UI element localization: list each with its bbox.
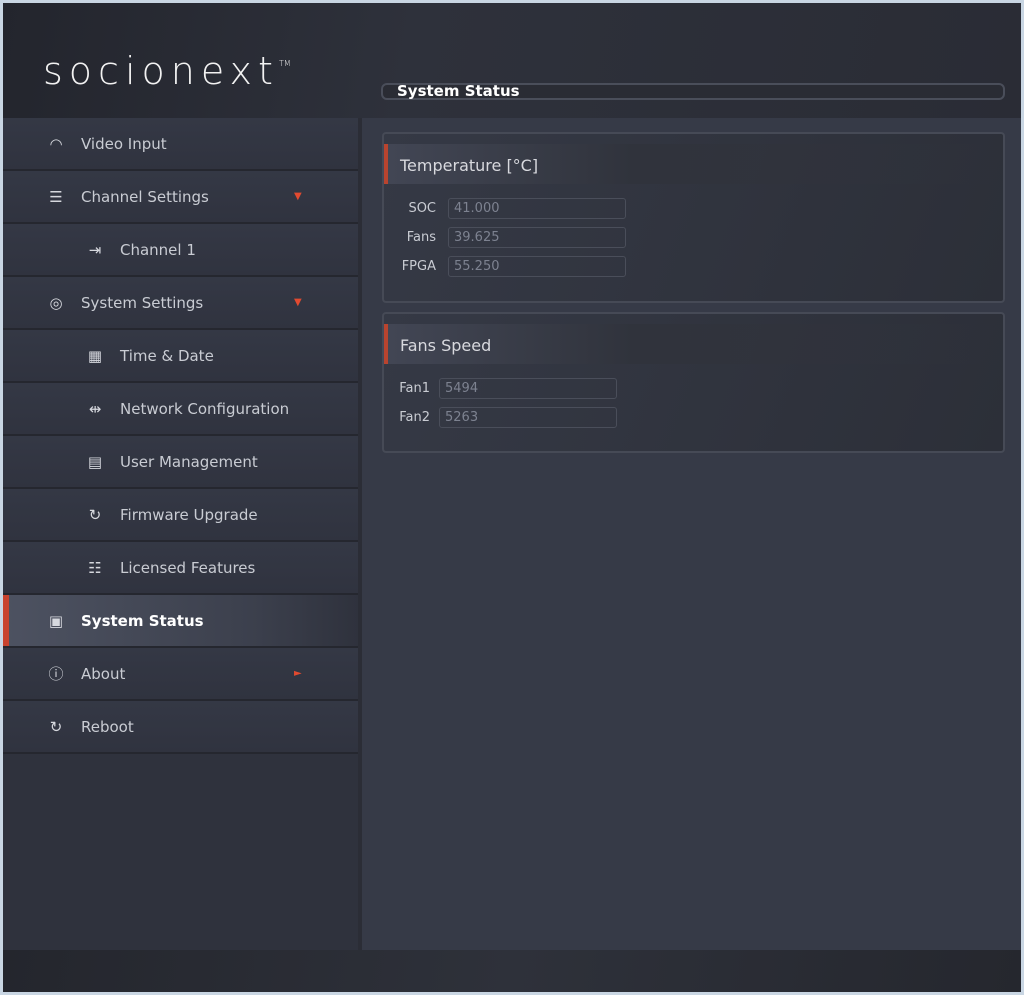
page-title-bar: System Status [381, 82, 1005, 100]
gauge-icon: ◠ [49, 134, 63, 153]
logo-tm: TM [278, 59, 291, 68]
sidebar-item-label: Reboot [81, 717, 134, 736]
page-title: System Status [397, 82, 520, 100]
soc-label: SOC [408, 201, 436, 216]
refresh-icon: ↻ [88, 505, 102, 524]
fans-temp-row: Fans 39.625 [396, 227, 626, 248]
footer [3, 950, 1021, 992]
sidebar-item-label: Time & Date [120, 346, 214, 365]
user-box-icon: ▤ [87, 452, 103, 471]
checklist-icon: ☷ [88, 558, 102, 577]
sidebar: ◠ Video Input ☰ Channel Settings ▼ ⇥ Channel 1… [3, 118, 362, 950]
sidebar-item-channel-1[interactable]: ⇥ Channel 1 [3, 224, 358, 277]
sidebar-item-label: Licensed Features [120, 558, 256, 577]
app: socionextTM ◠ Video Input ☰ Channel Setting… [3, 3, 1021, 992]
fan1-field[interactable]: 5494 [439, 378, 617, 399]
sidebar-item-label: Channel 1 [120, 240, 196, 259]
fans-temp-label: Fans [406, 230, 436, 245]
sidebar-item-label: User Management [120, 452, 258, 471]
sidebar-item-reboot[interactable]: ↻ Reboot [3, 701, 358, 754]
fans-speed-title: Fans Speed [384, 324, 1003, 364]
fan2-field[interactable]: 5263 [439, 407, 617, 428]
expand-arrow-icon[interactable]: ► [294, 668, 302, 679]
fpga-row: FPGA 55.250 [396, 256, 626, 277]
monitor-pulse-icon: ▣ [48, 611, 64, 630]
temperature-title: Temperature [°C] [384, 144, 1003, 184]
fpga-field[interactable]: 55.250 [448, 256, 626, 277]
info-icon: ⓘ [48, 665, 64, 683]
logo-text: socionext [43, 49, 279, 93]
sidebar-item-channel-settings[interactable]: ☰ Channel Settings ▼ [3, 171, 358, 224]
fan1-row: Fan1 5494 [396, 378, 617, 399]
expand-arrow-icon[interactable]: ▼ [294, 297, 302, 308]
sliders-icon: ☰ [49, 187, 63, 206]
fan1-label: Fan1 [399, 381, 430, 396]
temperature-panel: Temperature [°C] SOC 41.000 Fans 39.625 FP… [382, 132, 1005, 303]
fan2-row: Fan2 5263 [396, 407, 617, 428]
socionext-logo: socionextTM [43, 49, 291, 93]
sidebar-item-label: Network Configuration [120, 399, 290, 418]
sidebar-item-video-input[interactable]: ◠ Video Input [3, 118, 358, 171]
sidebar-item-system-settings[interactable]: ◎ System Settings ▼ [3, 277, 358, 330]
sidebar-item-firmware-upgrade[interactable]: ↻ Firmware Upgrade [3, 489, 358, 542]
fans-temp-field[interactable]: 39.625 [448, 227, 626, 248]
sidebar-item-about[interactable]: ⓘ About ► [3, 648, 358, 701]
expand-arrow-icon[interactable]: ▼ [294, 191, 302, 202]
sidebar-item-label: Video Input [81, 134, 167, 153]
sidebar-item-system-status[interactable]: ▣ System Status [3, 595, 358, 648]
header: socionextTM [3, 3, 1021, 118]
sidebar-item-label: Channel Settings [81, 187, 209, 206]
input-icon: ⇥ [88, 240, 102, 259]
fpga-label: FPGA [401, 259, 436, 274]
sidebar-item-label: Firmware Upgrade [120, 505, 258, 524]
soc-row: SOC 41.000 [396, 198, 626, 219]
sidebar-item-time-date[interactable]: ▦ Time & Date [3, 330, 358, 383]
user-icon: ◎ [49, 293, 63, 312]
sidebar-item-label: System Status [81, 611, 204, 630]
sidebar-item-label: System Settings [81, 293, 204, 312]
network-sliders-icon: ⇹ [88, 399, 102, 418]
soc-field[interactable]: 41.000 [448, 198, 626, 219]
sidebar-item-user-management[interactable]: ▤ User Management [3, 436, 358, 489]
fans-speed-panel: Fans Speed Fan1 5494 Fan2 5263 [382, 312, 1005, 453]
sidebar-item-network-configuration[interactable]: ⇹ Network Configuration [3, 383, 358, 436]
reboot-icon: ↻ [49, 717, 63, 736]
sidebar-item-label: About [81, 664, 126, 683]
fan2-label: Fan2 [399, 410, 430, 425]
calendar-clock-icon: ▦ [87, 346, 103, 365]
sidebar-item-licensed-features[interactable]: ☷ Licensed Features [3, 542, 358, 595]
